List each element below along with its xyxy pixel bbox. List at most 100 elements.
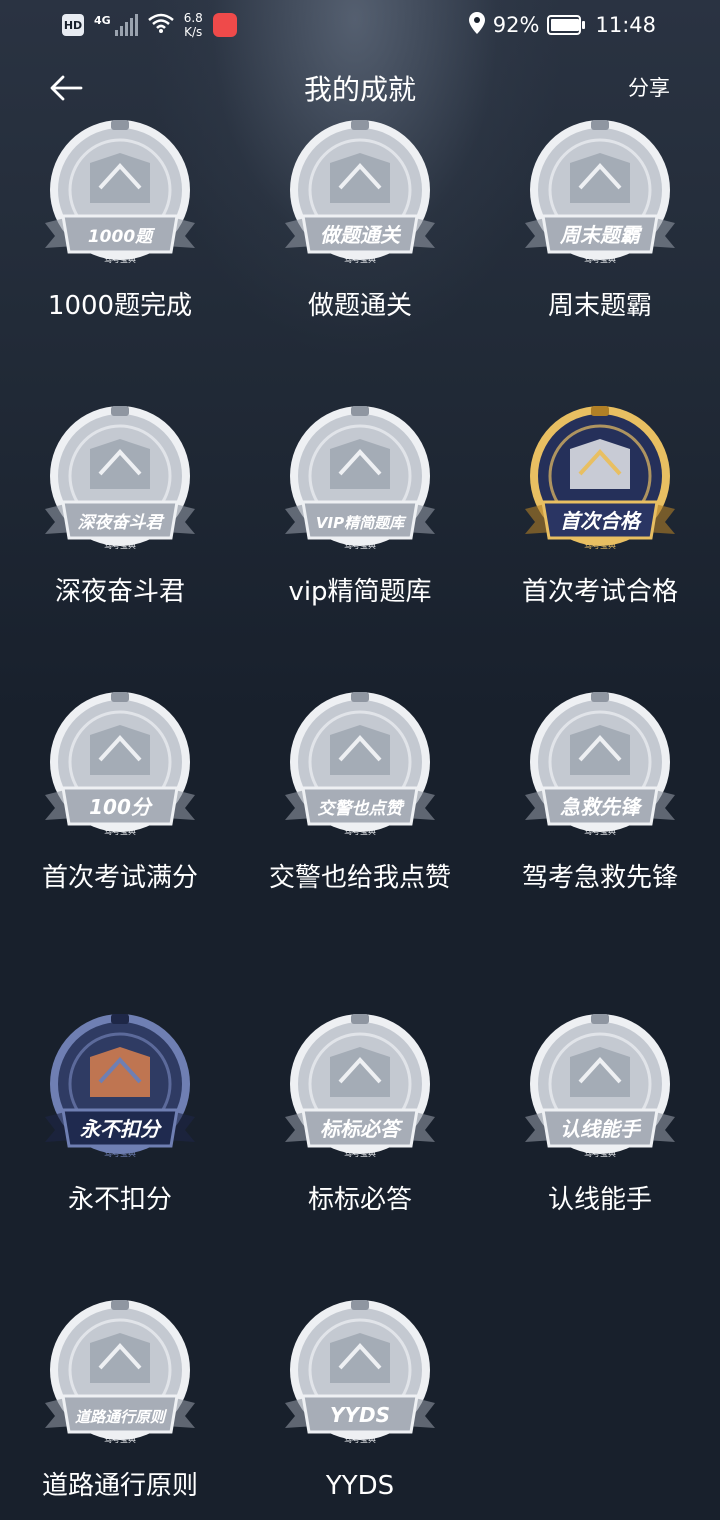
badge-caption: 深夜奋斗君 — [78, 513, 166, 533]
thumbs-up-icon — [330, 725, 390, 775]
diamond-icon — [330, 439, 390, 489]
battery-percent: 92% — [492, 13, 540, 37]
achievement-item[interactable]: YYDS 驾考宝典 YYDS — [240, 1298, 480, 1504]
achievement-label: 认线能手 — [547, 1185, 652, 1215]
badge-footer: 驾考宝典 — [104, 1148, 136, 1158]
achievement-badge: 深夜奋斗君驾考宝典 — [45, 406, 195, 550]
achievement-label: 做题通关 — [307, 291, 412, 321]
achievement-label: 交警也给我点赞 — [268, 863, 451, 893]
achievement-badge: 认线能手驾考宝典 — [525, 1014, 675, 1158]
achievement-item[interactable]: 标标必答 驾考宝典 标标必答 — [240, 1012, 480, 1218]
badge-footer: 驾考宝典 — [104, 254, 136, 264]
moon-icon — [90, 439, 150, 489]
wifi-icon — [147, 13, 174, 37]
badge-footer: 驾考宝典 — [344, 254, 376, 264]
achievement-label: 首次考试满分 — [41, 863, 198, 893]
flag-icon — [90, 153, 150, 203]
achievement-item[interactable]: 认线能手 驾考宝典 认线能手 — [480, 1012, 720, 1218]
page-title: 我的成就 — [303, 73, 416, 106]
status-bar: HD 4G 6.8 K/s 92% 11:48 — [0, 0, 720, 50]
badge-caption: 1000题 — [88, 227, 156, 247]
network-speed: 6.8 K/s — [184, 11, 203, 39]
badge-footer: 驾考宝典 — [344, 1148, 376, 1158]
achievement-badge: 做题通关驾考宝典 — [285, 120, 435, 264]
achievement-item[interactable]: 做题通关 驾考宝典 做题通关 — [240, 118, 480, 324]
badge-caption: VIP精简题库 — [316, 514, 407, 532]
crown-icon — [330, 1333, 390, 1383]
achievement-item[interactable]: 周末题霸 驾考宝典 周末题霸 — [480, 118, 720, 324]
achievement-item[interactable]: 深夜奋斗君 驾考宝典 深夜奋斗君 — [0, 404, 240, 610]
achievement-badge: VIP精简题库驾考宝典 — [285, 406, 435, 550]
achievement-item[interactable]: 100分驾考宝典首次考试满分 — [0, 690, 240, 896]
achievement-item[interactable]: 道路通行原则 驾考宝典 道路通行原则 — [0, 1298, 240, 1504]
achievement-badge: 交警也点赞驾考宝典 — [285, 692, 435, 836]
badge-caption: 标标必答 — [320, 1117, 404, 1141]
badge-caption: 做题通关 — [320, 223, 402, 247]
achievement-badge: 急救先锋驾考宝典 — [525, 692, 675, 836]
badge-caption: 认线能手 — [560, 1117, 642, 1141]
achievement-badge: 道路通行原则驾考宝典 — [45, 1300, 195, 1444]
book-icon — [330, 153, 390, 203]
achievement-badge: 1000题驾考宝典 — [45, 120, 195, 264]
badge-footer: 驾考宝典 — [104, 1434, 136, 1444]
achievement-badge: YYDS 驾考宝典 — [285, 1300, 435, 1444]
achievement-label: vip精简题库 — [288, 577, 432, 607]
speed-unit: K/s — [184, 25, 203, 39]
crown-icon — [90, 725, 150, 775]
badge-footer: 驾考宝典 — [344, 1434, 376, 1444]
badge-caption: 交警也点赞 — [318, 799, 406, 819]
battery-icon — [547, 15, 586, 35]
badge-footer: 驾考宝典 — [584, 826, 616, 836]
badge-caption: 道路通行原则 — [75, 1408, 168, 1426]
achievement-badge: 标标必答驾考宝典 — [285, 1014, 435, 1158]
clock: 11:48 — [595, 13, 656, 37]
achievement-item[interactable]: 急救先锋驾考宝典驾考急救先锋 — [480, 690, 720, 896]
badge-caption: 首次合格 — [560, 509, 642, 533]
badge-footer: 驾考宝典 — [104, 540, 136, 550]
badge-caption: 周末题霸 — [559, 223, 643, 247]
signal-icon — [114, 14, 138, 36]
achievement-label: 永不扣分 — [67, 1185, 172, 1215]
app-notification-icon — [212, 13, 237, 37]
badge-caption: 急救先锋 — [560, 795, 643, 819]
achievement-item[interactable]: 交警也点赞驾考宝典交警也给我点赞 — [240, 690, 480, 896]
achievement-label: 标标必答 — [307, 1185, 412, 1215]
achievement-label: 1000题完成 — [47, 291, 193, 321]
achievement-label: 周末题霸 — [547, 291, 652, 321]
trophy-icon — [570, 439, 630, 489]
badge-footer: 驾考宝典 — [344, 826, 376, 836]
handshake-icon — [90, 1333, 150, 1383]
achievement-badge: 周末题霸驾考宝典 — [525, 120, 675, 264]
achievement-item[interactable]: 永不扣分 驾考宝典 永不扣分 — [0, 1012, 240, 1218]
badge-footer: 驾考宝典 — [104, 826, 136, 836]
first-aid-icon — [570, 725, 630, 775]
location-icon — [468, 11, 485, 39]
share-button[interactable]: 分享 — [628, 72, 670, 102]
fist-icon — [570, 153, 630, 203]
achievement-badge: 首次合格驾考宝典 — [525, 406, 675, 550]
speed-value: 6.8 — [183, 11, 203, 25]
crown-icon — [90, 1047, 150, 1097]
magnifier-icon — [570, 1047, 630, 1097]
road-sign-icon — [330, 1047, 390, 1097]
achievement-item[interactable]: VIP精简题库驾考宝典 vip精简题库 — [240, 404, 480, 610]
achievement-label: YYDS — [325, 1471, 395, 1501]
header: 我的成就 分享 — [0, 58, 720, 118]
achievement-label: 道路通行原则 — [41, 1471, 198, 1501]
achievement-label: 首次考试合格 — [521, 577, 678, 607]
badge-footer: 驾考宝典 — [584, 540, 616, 550]
badge-footer: 驾考宝典 — [584, 1148, 616, 1158]
hd-icon: HD — [62, 14, 84, 36]
achievement-badge: 永不扣分驾考宝典 — [45, 1014, 195, 1158]
badge-caption: 永不扣分 — [80, 1117, 163, 1141]
badge-footer: 驾考宝典 — [584, 254, 616, 264]
achievement-label: 驾考急救先锋 — [521, 863, 678, 893]
achievement-badge: 100分驾考宝典 — [45, 692, 195, 836]
badge-caption: YYDS — [330, 1403, 390, 1427]
achievement-item[interactable]: 首次合格驾考宝典首次考试合格 — [480, 404, 720, 610]
achievement-label: 深夜奋斗君 — [54, 577, 185, 607]
badge-footer: 驾考宝典 — [344, 540, 376, 550]
achievement-item[interactable]: 1000题驾考宝典 1000题完成 — [0, 118, 240, 324]
network-type: 4G — [94, 13, 111, 27]
badge-caption: 100分 — [89, 795, 154, 819]
